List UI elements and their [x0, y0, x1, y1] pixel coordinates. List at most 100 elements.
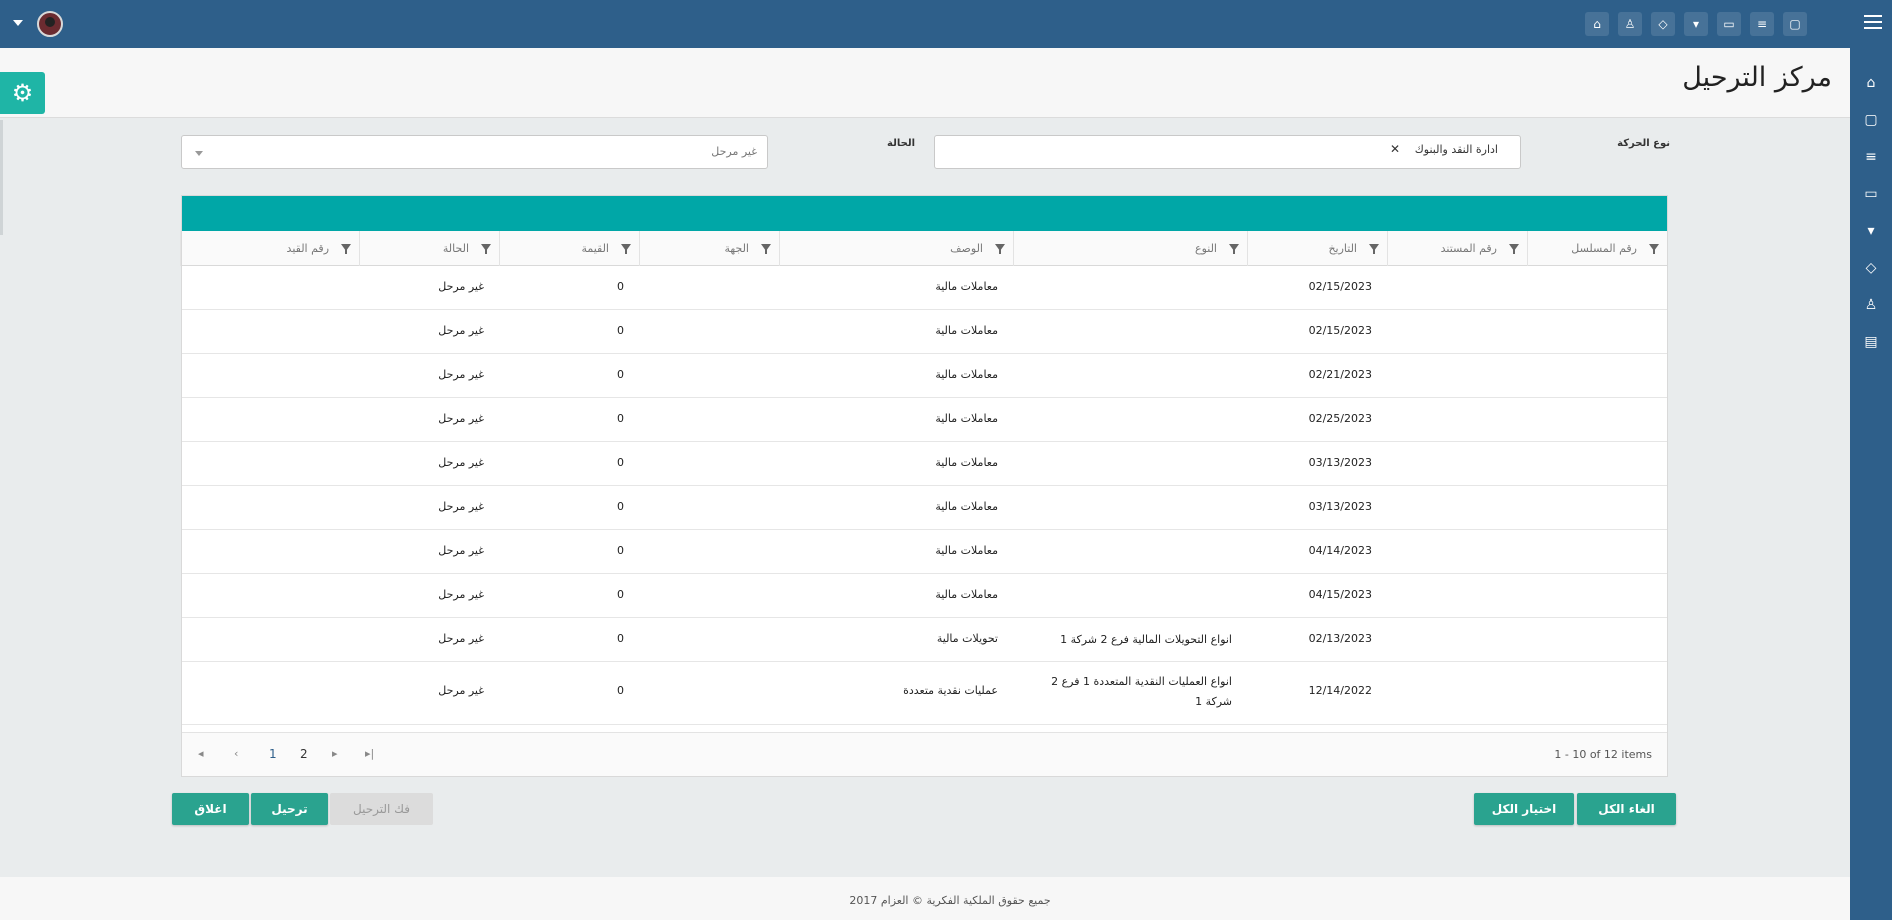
column-header-document[interactable]: رقم المستند: [1387, 231, 1527, 266]
date-cell: 04/14/2023: [1308, 544, 1372, 557]
cancel-all-button[interactable]: الغاء الكل: [1577, 793, 1676, 825]
select-all-button[interactable]: اختيار الكل: [1474, 793, 1574, 825]
monitor-icon[interactable]: ▢: [1859, 108, 1883, 132]
status-cell: غير مرحل: [438, 280, 484, 293]
store-icon[interactable]: ▤: [1859, 330, 1883, 354]
date-cell: 03/13/2023: [1308, 456, 1372, 469]
filter-icon[interactable]: [341, 244, 351, 254]
page-title: مركز الترحيل: [1682, 62, 1832, 93]
value-cell: 0: [617, 280, 624, 293]
user-icon[interactable]: ♙: [1859, 293, 1883, 317]
type-cell: انواع التحويلات المالية فرع 2 شركة 1: [1060, 633, 1232, 646]
user-icon[interactable]: ♙: [1618, 12, 1642, 36]
user-avatar[interactable]: [37, 11, 63, 37]
filter-icon[interactable]: [621, 244, 631, 254]
filter-icon[interactable]: [995, 244, 1005, 254]
status-select[interactable]: غير مرحل: [181, 135, 768, 169]
database-icon[interactable]: ≡: [1859, 145, 1883, 169]
table-row[interactable]: 03/13/2023 معاملات مالية 0 غير مرحل: [182, 442, 1667, 486]
inbox-icon[interactable]: ▭: [1859, 182, 1883, 206]
value-cell: 0: [617, 588, 624, 601]
description-cell: معاملات مالية: [935, 456, 998, 469]
table-row[interactable]: 04/14/2023 معاملات مالية 0 غير مرحل: [182, 530, 1667, 574]
column-header-date[interactable]: التاريخ: [1247, 231, 1387, 266]
chevron-down-icon[interactable]: [13, 20, 23, 26]
left-scroll-strip: [0, 120, 3, 235]
posting-grid: رقم المسلسل رقم المستند التاريخ النوع ال…: [180, 195, 1668, 777]
cart-icon[interactable]: ▾: [1859, 219, 1883, 243]
top-icon-bar: ⌂ ♙ ◇ ▾ ▭ ≡ ▢: [1585, 12, 1807, 36]
monitor-icon[interactable]: ▢: [1783, 12, 1807, 36]
table-row[interactable]: 04/15/2023 معاملات مالية 0 غير مرحل: [182, 574, 1667, 618]
filter-icon[interactable]: [1649, 244, 1659, 254]
movement-type-select[interactable]: ادارة النقد والبنوك ✕: [934, 135, 1521, 169]
table-row[interactable]: 03/13/2023 معاملات مالية 0 غير مرحل: [182, 486, 1667, 530]
filter-icon[interactable]: [1229, 244, 1239, 254]
cart-icon[interactable]: ▾: [1684, 12, 1708, 36]
filter-icon[interactable]: [761, 244, 771, 254]
store-icon[interactable]: ⌂: [1585, 12, 1609, 36]
table-row[interactable]: 02/13/2023 انواع التحويلات المالية فرع 2 …: [182, 618, 1667, 662]
settings-gear-icon[interactable]: ⚙: [0, 72, 45, 114]
database-icon[interactable]: ≡: [1750, 12, 1774, 36]
menu-icon[interactable]: [1864, 15, 1882, 31]
status-label: الحالة: [887, 138, 915, 149]
filter-icon[interactable]: [481, 244, 491, 254]
column-header-status[interactable]: الحالة: [359, 231, 499, 266]
unpost-button[interactable]: فك الترحيل: [330, 793, 433, 825]
table-row[interactable]: 02/25/2023 معاملات مالية 0 غير مرحل: [182, 398, 1667, 442]
status-cell: غير مرحل: [438, 324, 484, 337]
value-cell: 0: [617, 544, 624, 557]
date-cell: 02/13/2023: [1308, 632, 1372, 645]
next-page-icon[interactable]: ▸: [332, 747, 338, 760]
page-footer: جميع حقوق الملكية الفكرية © العزام 2017: [0, 877, 1850, 920]
value-cell: 0: [617, 684, 624, 697]
filter-icon[interactable]: [1509, 244, 1519, 254]
page-header: مركز الترحيل: [0, 48, 1850, 118]
last-page-icon[interactable]: ▸|: [365, 747, 374, 760]
page-number-1[interactable]: 1: [269, 747, 277, 761]
inbox-icon[interactable]: ▭: [1717, 12, 1741, 36]
column-header-serial[interactable]: رقم المسلسل: [1527, 231, 1667, 266]
filter-icon[interactable]: [1369, 244, 1379, 254]
description-cell: معاملات مالية: [935, 368, 998, 381]
close-button[interactable]: اغلاق: [172, 793, 249, 825]
value-cell: 0: [617, 632, 624, 645]
table-row[interactable]: 12/14/2022 انواع العمليات النقدية المتعدد…: [182, 662, 1667, 725]
description-cell: معاملات مالية: [935, 544, 998, 557]
tag-icon[interactable]: ◇: [1859, 256, 1883, 280]
description-cell: معاملات مالية: [935, 500, 998, 513]
first-page-icon[interactable]: ◂: [198, 747, 204, 760]
movement-type-tag: ادارة النقد والبنوك: [1414, 143, 1498, 156]
prev-page-icon[interactable]: ‹: [234, 747, 238, 760]
column-header-description[interactable]: الوصف: [779, 231, 1013, 266]
status-cell: غير مرحل: [438, 412, 484, 425]
grid-toolbar: [182, 196, 1667, 231]
value-cell: 0: [617, 456, 624, 469]
column-header-value[interactable]: القيمة: [499, 231, 639, 266]
tag-icon[interactable]: ◇: [1651, 12, 1675, 36]
value-cell: 0: [617, 500, 624, 513]
status-cell: غير مرحل: [438, 684, 484, 697]
chevron-down-icon[interactable]: [195, 151, 203, 156]
column-header-entry[interactable]: رقم القيد: [180, 231, 359, 266]
page-number-2[interactable]: 2: [300, 747, 308, 761]
description-cell: معاملات مالية: [935, 324, 998, 337]
grid-pager: ◂ ‹ 1 2 ▸ ▸| 1 - 10 of 12 items: [182, 732, 1667, 776]
remove-tag-icon[interactable]: ✕: [1390, 142, 1400, 156]
table-row[interactable]: 02/21/2023 معاملات مالية 0 غير مرحل: [182, 354, 1667, 398]
column-header-type[interactable]: النوع: [1013, 231, 1247, 266]
description-cell: عمليات نقدية متعددة: [903, 684, 998, 697]
date-cell: 02/25/2023: [1308, 412, 1372, 425]
description-cell: تحويلات مالية: [936, 632, 998, 645]
description-cell: معاملات مالية: [935, 588, 998, 601]
table-row[interactable]: 02/15/2023 معاملات مالية 0 غير مرحل: [182, 266, 1667, 310]
home-icon[interactable]: ⌂: [1859, 71, 1883, 95]
table-row[interactable]: 02/15/2023 معاملات مالية 0 غير مرحل: [182, 310, 1667, 354]
column-header-party[interactable]: الجهة: [639, 231, 779, 266]
grid-header: رقم المسلسل رقم المستند التاريخ النوع ال…: [180, 231, 1667, 266]
date-cell: 02/15/2023: [1308, 280, 1372, 293]
status-cell: غير مرحل: [438, 632, 484, 645]
post-button[interactable]: ترحيل: [251, 793, 328, 825]
date-cell: 02/15/2023: [1308, 324, 1372, 337]
